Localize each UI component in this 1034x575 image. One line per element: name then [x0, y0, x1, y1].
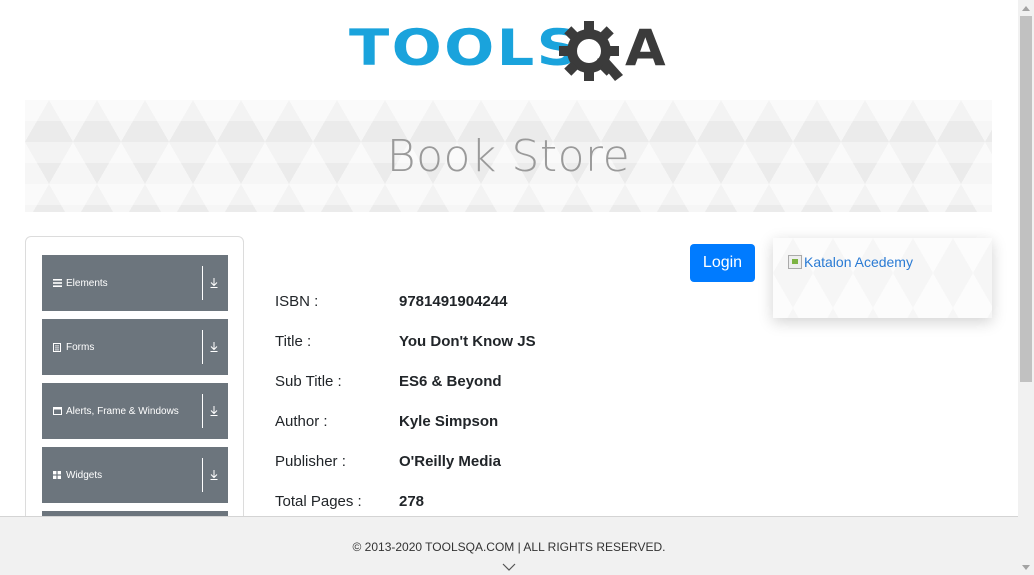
detail-label: Publisher : — [275, 453, 346, 470]
vertical-scrollbar[interactable] — [1018, 0, 1034, 575]
footer: © 2013-2020 TOOLSQA.COM | ALL RIGHTS RES… — [0, 516, 1018, 575]
sidebar-group-label: Alerts, Frame & Windows — [66, 405, 179, 417]
toolsqa-logo[interactable]: TOOLS A — [349, 15, 671, 91]
download-arrow-icon — [209, 469, 219, 481]
sidebar-group-label: Forms — [66, 341, 95, 353]
ad-alt-text: Katalon Acedemy — [804, 254, 913, 270]
detail-value: You Don't Know JS — [399, 333, 536, 350]
detail-value: Kyle Simpson — [399, 413, 499, 430]
divider — [202, 394, 203, 428]
logo-tools-text: TOOLS — [349, 19, 582, 77]
sidebar-group-alerts-frame-windows[interactable]: Alerts, Frame & Windows — [42, 383, 228, 439]
page-title: Book Store — [386, 130, 631, 182]
sidebar-group-label: Widgets — [66, 469, 103, 481]
detail-label: Sub Title : — [275, 373, 342, 390]
detail-label: Author : — [275, 413, 328, 430]
form-icon — [52, 342, 62, 352]
sidebar-group-label: Elements — [66, 277, 108, 289]
ad-image-link[interactable]: Katalon Acedemy — [788, 254, 913, 270]
window-icon — [52, 406, 62, 416]
sidebar-group-forms[interactable]: Forms — [42, 319, 228, 375]
broken-image-icon — [788, 255, 802, 269]
detail-label: Total Pages : — [275, 493, 362, 510]
detail-value: 278 — [399, 493, 425, 510]
detail-value: 9781491904244 — [399, 293, 508, 310]
download-arrow-icon — [209, 277, 219, 289]
login-button[interactable]: Login — [690, 244, 755, 282]
sidebar-group-elements[interactable]: Elements — [42, 255, 228, 311]
download-arrow-icon — [209, 341, 219, 353]
chevron-down-icon[interactable] — [502, 558, 516, 575]
grid-icon — [52, 470, 62, 480]
detail-label: Title : — [275, 333, 312, 350]
divider — [202, 458, 203, 492]
scroll-up-arrow-icon[interactable] — [1018, 0, 1034, 16]
detail-value: ES6 & Beyond — [399, 373, 502, 390]
scroll-down-arrow-icon[interactable] — [1018, 559, 1034, 575]
sidebar-group-widgets[interactable]: Widgets — [42, 447, 228, 503]
divider — [202, 266, 203, 300]
logo-a-text: A — [625, 19, 666, 77]
sidebar: Elements Forms Alerts, Frame & Windows W… — [25, 236, 244, 536]
hamburger-icon — [52, 278, 62, 288]
logo-gear-q-icon — [559, 21, 623, 81]
ad-banner[interactable]: Katalon Acedemy — [773, 238, 992, 318]
divider — [202, 330, 203, 364]
page-banner: Book Store — [25, 100, 992, 212]
download-arrow-icon — [209, 405, 219, 417]
footer-copyright: © 2013-2020 TOOLSQA.COM | ALL RIGHTS RES… — [352, 540, 666, 554]
detail-label: ISBN : — [275, 293, 319, 310]
detail-value: O'Reilly Media — [399, 453, 501, 470]
scrollbar-thumb[interactable] — [1020, 16, 1032, 382]
